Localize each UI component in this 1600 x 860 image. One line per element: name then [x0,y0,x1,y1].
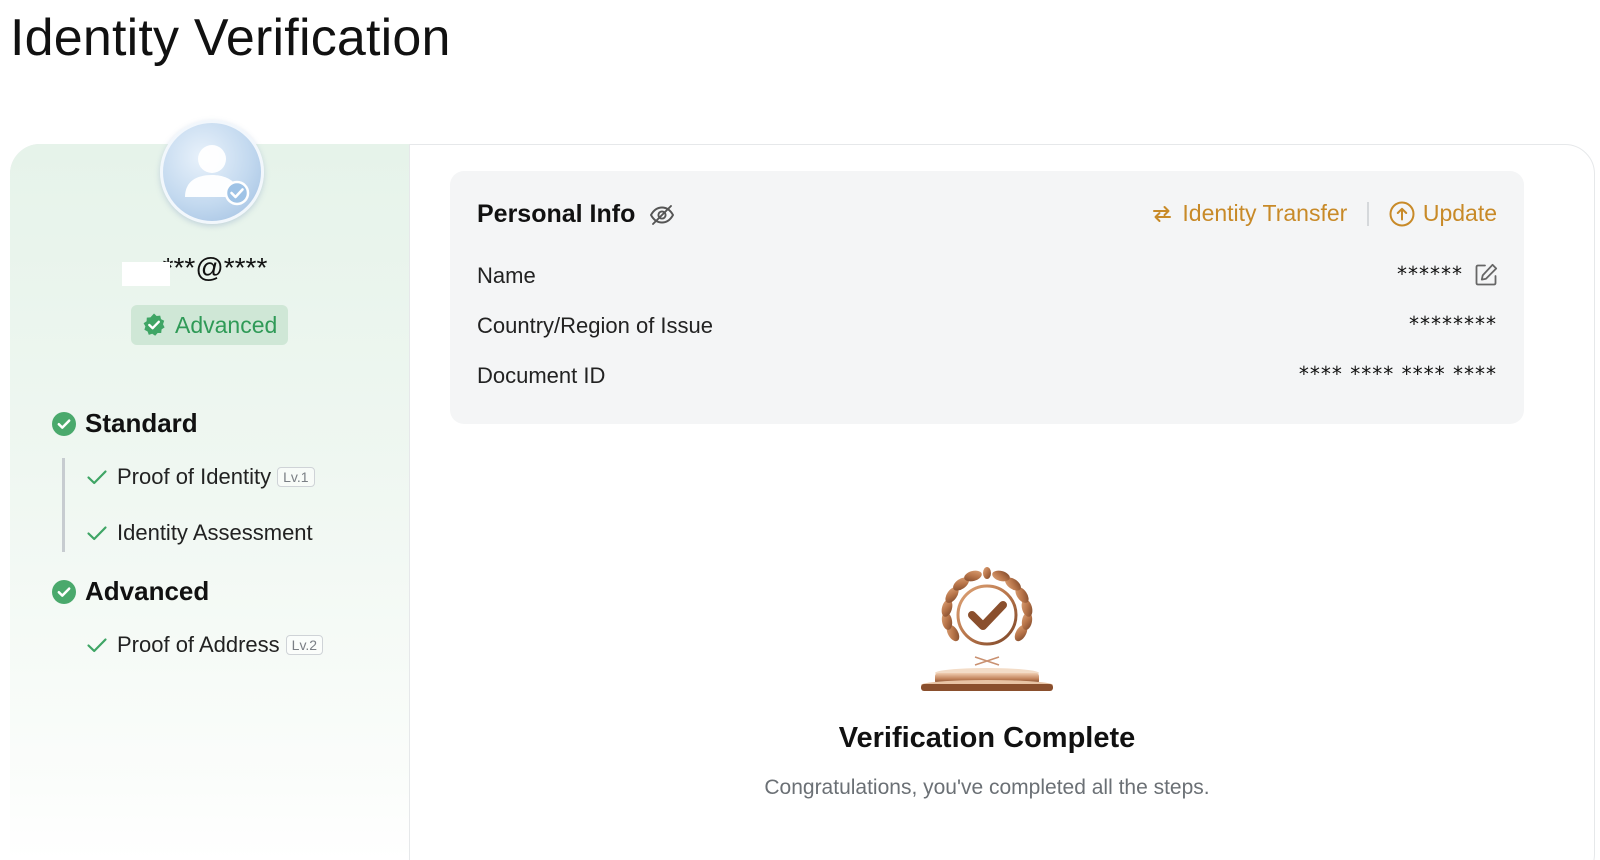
tier-standard: Standard [52,408,198,439]
verified-badge-icon [143,313,165,336]
info-label-name: Name [477,263,536,288]
eye-off-icon[interactable] [649,203,675,227]
info-label-document-id: Document ID [477,363,606,388]
identity-transfer-button[interactable]: Identity Transfer [1150,200,1347,227]
step-label: Proof of Address [117,632,280,657]
check-icon [87,638,107,653]
info-label-country: Country/Region of Issue [477,313,714,338]
completion-subtitle: Congratulations, you've completed all th… [764,776,1210,799]
update-button[interactable]: Update [1389,200,1497,227]
update-label: Update [1422,200,1497,226]
tier-label: Standard [85,408,198,438]
transfer-icon [1153,205,1172,222]
info-value-country: ******** [1409,312,1497,336]
laurel-trophy-icon [921,567,1053,691]
step-connector [62,458,65,552]
verification-level-badge: Advanced [131,305,289,345]
level-tag: Lv.1 [277,467,315,487]
personal-info-title: Personal Info [477,200,636,228]
identity-transfer-label: Identity Transfer [1182,200,1348,226]
user-verified-icon [185,145,250,206]
step-label: Proof of Identity [117,464,272,489]
check-circle-icon [52,579,76,604]
edit-icon[interactable] [1473,262,1499,288]
email-redaction [122,262,170,286]
level-badge-label: Advanced [175,311,278,338]
tier-label: Advanced [85,576,210,606]
completion-title: Verification Complete [838,722,1136,754]
step-identity-assessment: Identity Assessment [86,520,313,546]
check-icon [87,470,107,485]
personal-info-header: Personal Info [477,200,675,229]
avatar [160,120,264,224]
info-value-document-id: **** **** **** **** [1298,362,1497,386]
check-icon [87,526,107,541]
level-tag: Lv.2 [285,635,324,655]
page-title: Identity Verification [10,9,451,67]
action-separator [1367,201,1369,226]
tier-advanced: Advanced [52,576,209,607]
info-value-name: ****** [1397,262,1463,286]
step-proof-of-address: Proof of Address Lv.2 [86,632,324,658]
check-circle-icon [52,411,76,436]
upload-circle-icon [1389,201,1415,226]
step-proof-of-identity: Proof of Identity Lv.1 [86,464,315,490]
step-label: Identity Assessment [117,520,313,545]
personal-info-actions: Identity Transfer Update [1150,200,1497,227]
